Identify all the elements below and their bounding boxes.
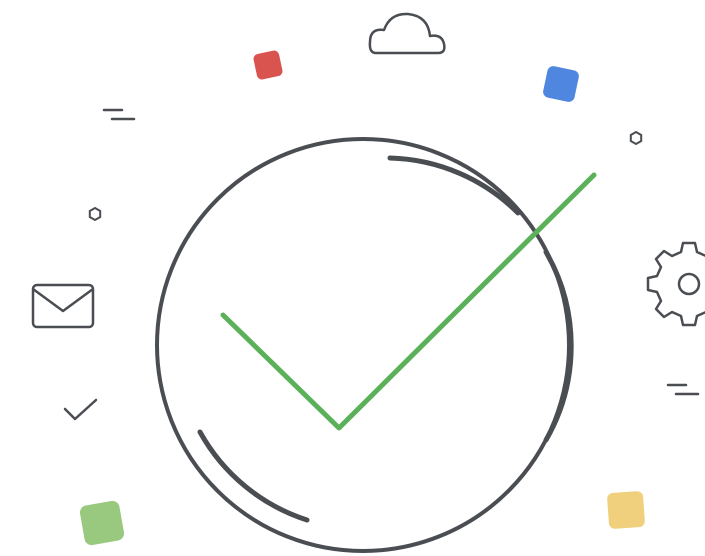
small-check-icon bbox=[63, 398, 98, 421]
inner-arc-bottom-left bbox=[197, 429, 310, 523]
cloud-icon bbox=[368, 12, 446, 55]
checkmark-icon bbox=[220, 172, 597, 431]
hexagon-icon bbox=[88, 206, 102, 222]
red-square bbox=[253, 50, 283, 80]
envelope-icon bbox=[31, 283, 95, 329]
green-square bbox=[79, 500, 125, 546]
success-illustration bbox=[31, 12, 705, 553]
dash-icon bbox=[102, 108, 136, 121]
inner-arc-top-right bbox=[387, 155, 521, 216]
dash-icon bbox=[666, 383, 700, 396]
blue-square bbox=[543, 66, 579, 102]
hexagon-icon bbox=[629, 130, 643, 146]
gear-icon bbox=[646, 241, 705, 327]
yellow-square bbox=[607, 491, 645, 529]
